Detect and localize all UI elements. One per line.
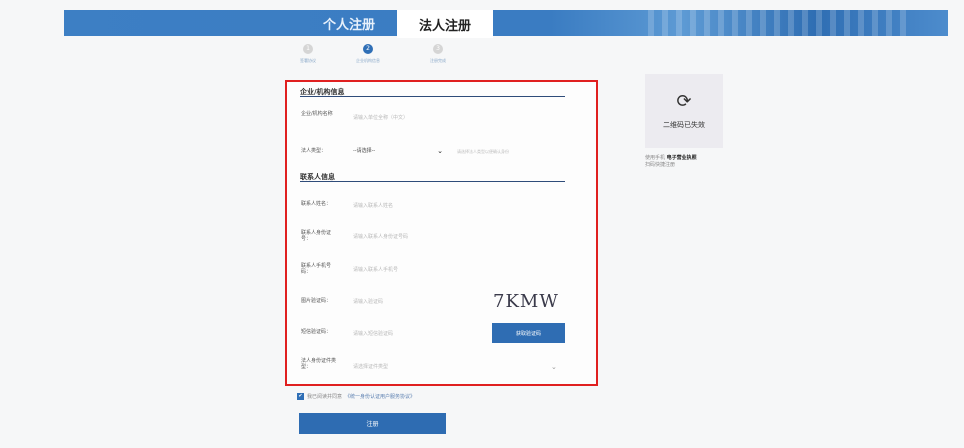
- legal-type-select[interactable]: --请选择-- ⌄: [353, 147, 443, 157]
- qr-status: 二维码已失效: [663, 121, 705, 129]
- agree-text: 我已阅读并同意: [307, 394, 343, 400]
- qr-caption-suffix: 扫码快捷注册: [645, 162, 676, 168]
- registration-form: 企业/机构信息 企业/机构名称 请输入单位全称（中文） 法人类型： --请选择-…: [285, 80, 598, 386]
- image-code-label: 图片验证码：: [301, 298, 332, 304]
- tab-legal-register[interactable]: 法人注册: [397, 10, 493, 38]
- legal-id-type-label: 法人身份证件类型：: [301, 358, 337, 370]
- qr-code-panel[interactable]: ⟳ 二维码已失效: [645, 74, 723, 148]
- contact-phone-input[interactable]: 请输入联系人手机号: [353, 266, 398, 273]
- step-label: 企业机构信息: [356, 58, 380, 63]
- step-dot: 1: [303, 44, 313, 54]
- step-dot: 2: [363, 44, 373, 54]
- legal-type-value: --请选择--: [353, 148, 376, 154]
- contact-id-label: 联系人身份证号：: [301, 230, 332, 242]
- sms-code-label: 短信验证码：: [301, 329, 332, 335]
- chevron-down-icon: ⌄: [551, 363, 557, 371]
- legal-type-label: 法人类型：: [301, 148, 327, 154]
- agreement-row: ✔ 我已阅读并同意 《统一身份认证用户服务协议》: [297, 393, 415, 400]
- step-org-info: 2 企业机构信息: [353, 44, 383, 64]
- agreement-link[interactable]: 《统一身份认证用户服务协议》: [345, 393, 415, 400]
- step-complete: 3 注册完成: [423, 44, 453, 64]
- step-label: 签署协议: [300, 58, 316, 63]
- contact-id-input[interactable]: 请输入联系人身份证号码: [353, 233, 408, 240]
- legal-type-hint: 请选择法人类型以便确认身份: [457, 149, 509, 154]
- qr-caption: 使用手机 电子营业执照 扫码快捷注册: [645, 155, 735, 169]
- refresh-icon[interactable]: ⟳: [676, 92, 691, 112]
- get-sms-code-button[interactable]: 获取验证码: [492, 323, 565, 343]
- contact-name-input[interactable]: 请输入联系人姓名: [353, 202, 393, 209]
- tab-personal-register[interactable]: 个人注册: [301, 10, 397, 36]
- step-agreement: 1 签署协议: [293, 44, 323, 64]
- contact-name-label: 联系人姓名：: [301, 201, 332, 207]
- register-button[interactable]: 注册: [299, 413, 446, 434]
- agree-checkbox[interactable]: ✔: [297, 393, 304, 400]
- captcha-image[interactable]: 7KMW: [493, 292, 565, 312]
- sms-code-input[interactable]: 请输入短信验证码: [353, 330, 393, 337]
- qr-caption-app: 电子营业执照: [666, 155, 697, 161]
- section-divider: [300, 96, 565, 97]
- step-dot: 3: [433, 44, 443, 54]
- step-label: 注册完成: [430, 58, 446, 63]
- city-skyline-decoration: [648, 10, 908, 36]
- qr-caption-prefix: 使用手机: [645, 155, 666, 161]
- contact-phone-label: 联系人手机号码：: [301, 263, 332, 275]
- chevron-down-icon: ⌄: [437, 147, 443, 155]
- section-divider: [300, 181, 565, 182]
- registration-steps: 1 签署协议 2 企业机构信息 3 注册完成: [288, 44, 458, 68]
- legal-id-type-select[interactable]: 请选择证件类型: [353, 363, 388, 370]
- image-code-input[interactable]: 请输入验证码: [353, 298, 383, 305]
- org-name-input[interactable]: 请输入单位全称（中文）: [353, 114, 408, 121]
- header-banner: 个人注册 法人注册: [64, 10, 948, 38]
- org-name-label: 企业/机构名称: [301, 111, 333, 117]
